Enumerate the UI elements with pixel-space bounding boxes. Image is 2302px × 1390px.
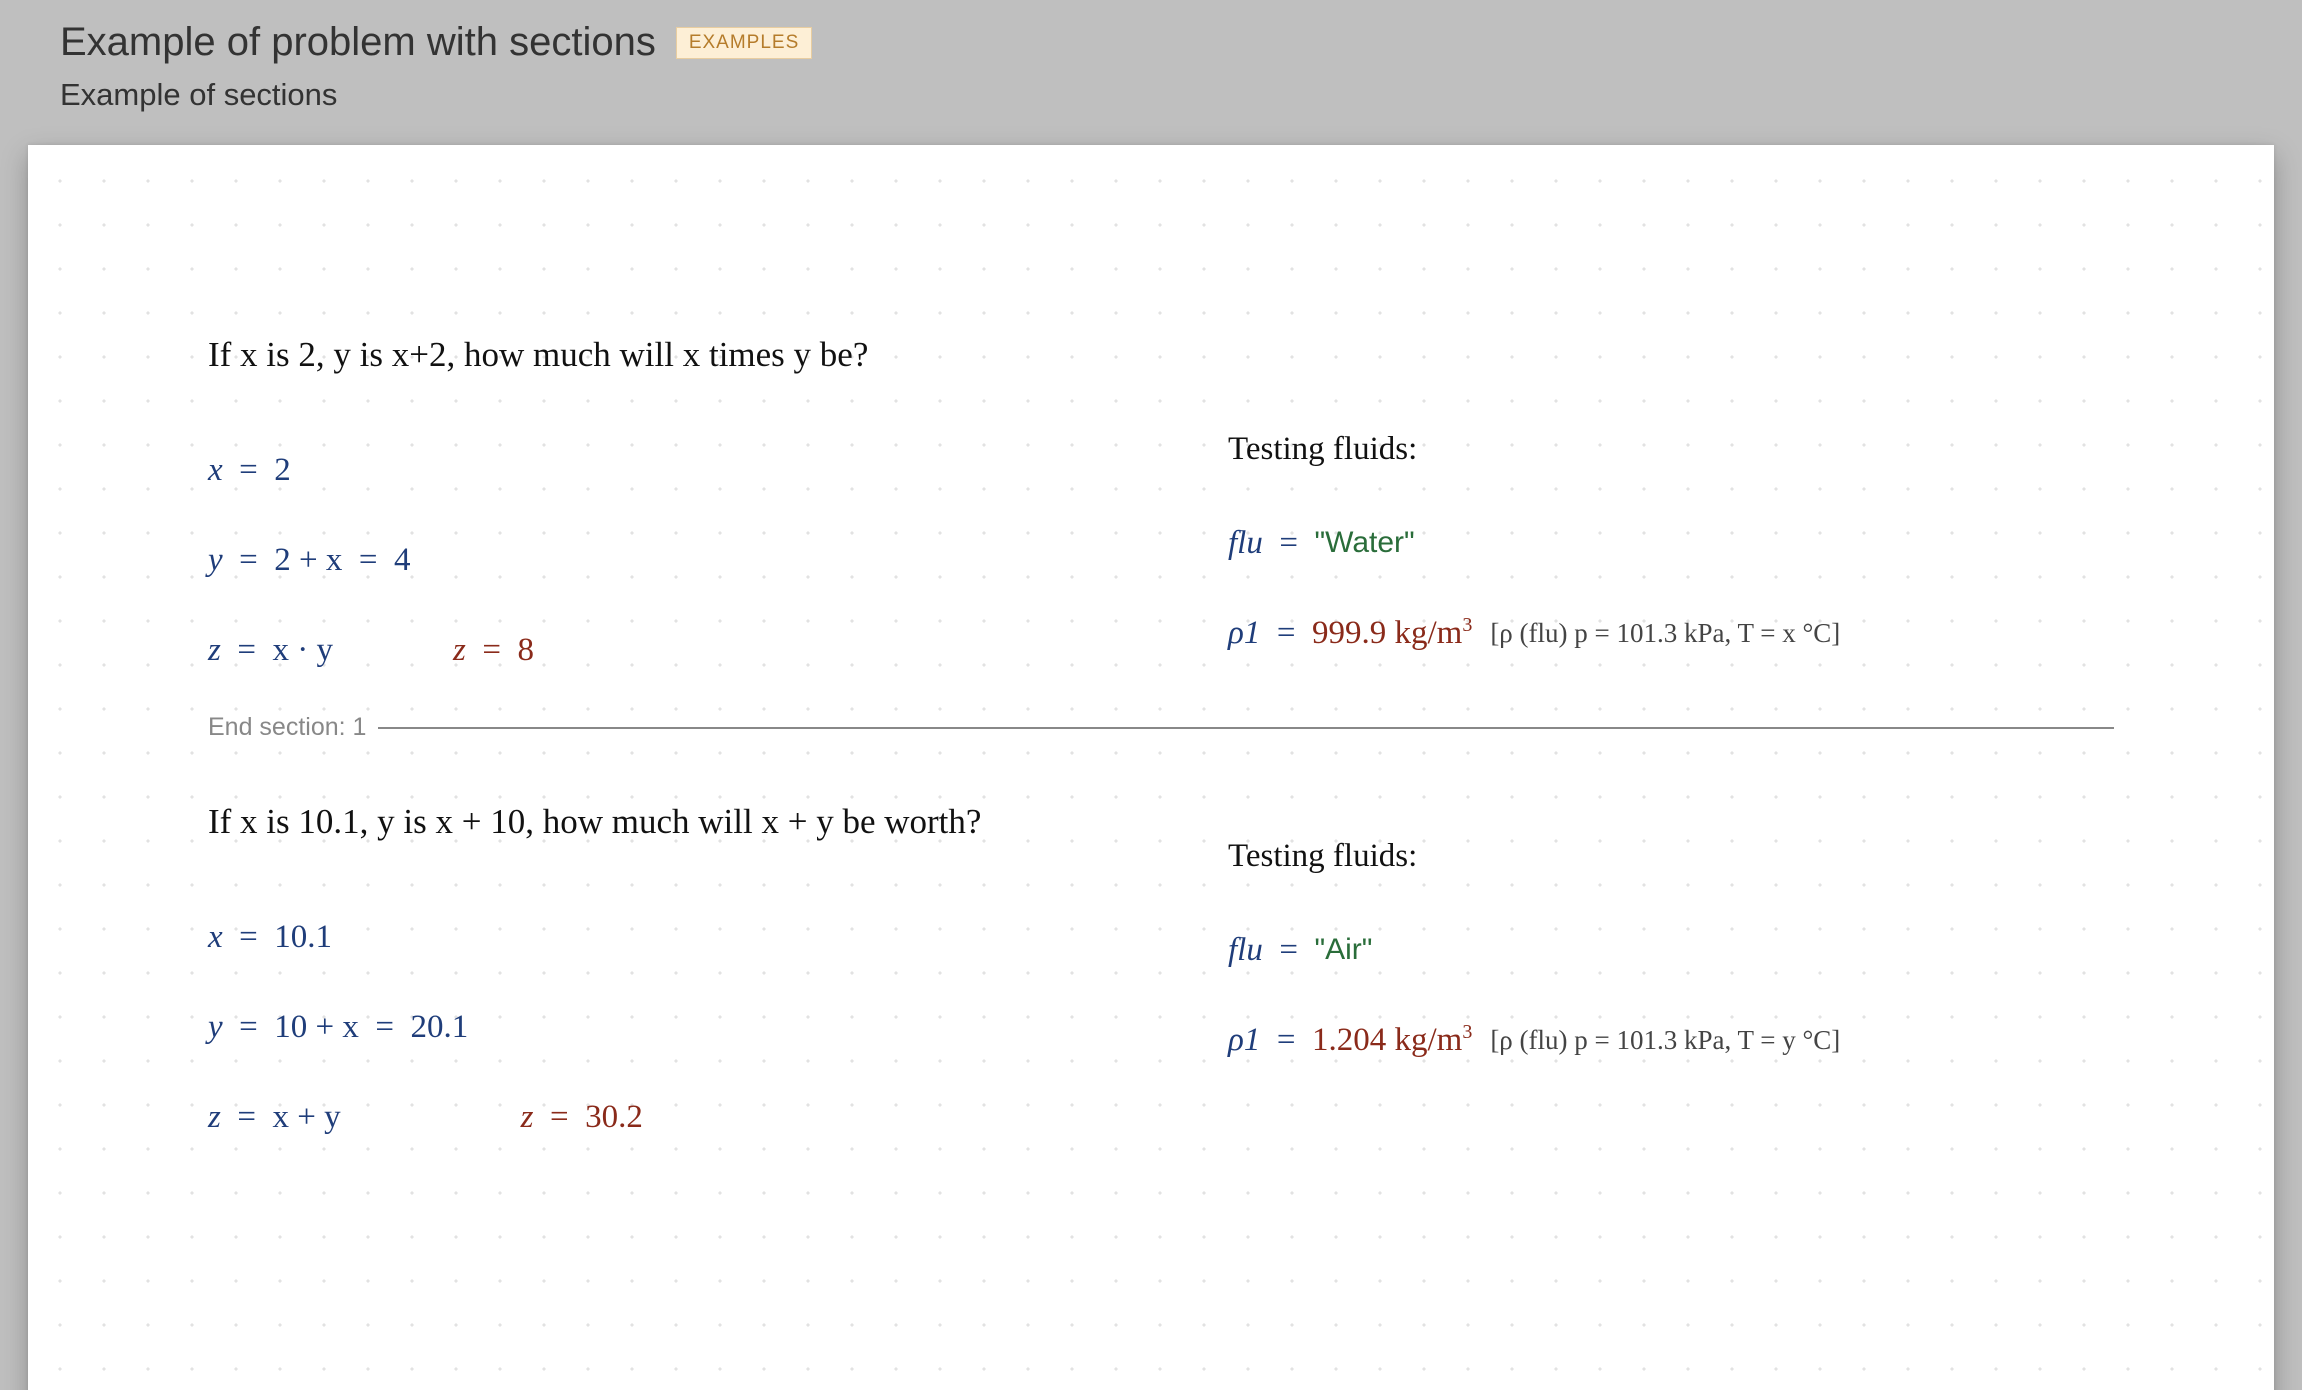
equation-y-2[interactable]: y = 10 + x = 20.1 (208, 982, 1228, 1072)
section-divider-1: End section: 1 (208, 713, 2114, 742)
section-2: If x is 10.1, y is x + 10, how much will… (208, 802, 2114, 1162)
page-subtitle: Example of sections (60, 77, 2242, 113)
category-badge: EXAMPLES (676, 27, 812, 59)
page-title: Example of problem with sections (60, 20, 656, 65)
equation-z-1[interactable]: z = x · y z = 8 (208, 605, 1228, 695)
problem-statement-2: If x is 10.1, y is x + 10, how much will… (208, 802, 1228, 842)
fluids-title-1: Testing fluids: (1228, 431, 2114, 468)
equation-y-1[interactable]: y = 2 + x = 4 (208, 515, 1228, 605)
header: Example of problem with sections EXAMPLE… (0, 0, 2302, 123)
divider-line (378, 727, 2114, 729)
equation-x-2[interactable]: x = 10.1 (208, 892, 1228, 982)
equation-z-2[interactable]: z = x + y z = 30.2 (208, 1072, 1228, 1162)
fluids-title-2: Testing fluids: (1228, 838, 2114, 875)
fluid-name-2[interactable]: flu = "Air" (1228, 905, 2114, 995)
fluid-name-1[interactable]: flu = "Water" (1228, 498, 2114, 588)
equation-x-1[interactable]: x = 2 (208, 425, 1228, 515)
section-1: If x is 2, y is x+2, how much will x tim… (208, 335, 2114, 742)
worksheet-paper[interactable]: If x is 2, y is x+2, how much will x tim… (28, 145, 2274, 1390)
section-end-label: End section: 1 (208, 713, 366, 742)
problem-statement-1: If x is 2, y is x+2, how much will x tim… (208, 335, 2114, 375)
fluid-density-2[interactable]: ρ1 = 1.204 kg/m3[ρ (flu) p = 101.3 kPa, … (1228, 995, 2114, 1085)
fluid-density-1[interactable]: ρ1 = 999.9 kg/m3[ρ (flu) p = 101.3 kPa, … (1228, 588, 2114, 678)
